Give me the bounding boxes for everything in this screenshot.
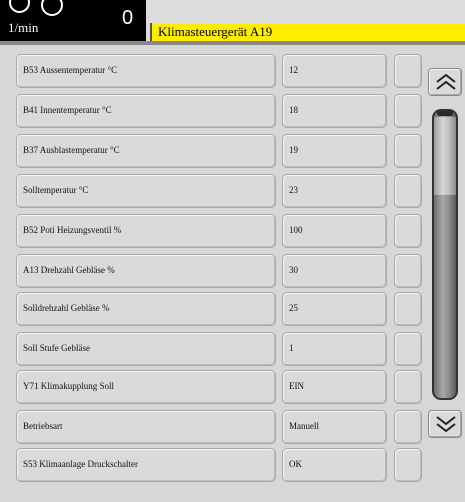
parameter-value-field: 30 [282,254,387,288]
scrollbar-cap [437,111,453,116]
parameter-value-field: 19 [282,134,387,168]
parameter-value-field: 18 [282,94,387,128]
parameter-label-button[interactable]: B53 Aussentemperatur °C [16,54,276,88]
indicator-ring-icon [9,0,30,13]
parameter-label-button[interactable]: B41 Innentemperatur °C [16,94,276,128]
parameter-value-field: 25 [282,292,387,326]
row-select-box[interactable] [394,370,422,404]
parameter-value-field: 12 [282,54,387,88]
rpm-unit: 1/min [8,20,39,35]
rpm-value: 0 [122,7,134,29]
parameter-label-button[interactable]: A13 Drehzahl Gebläse % [16,254,276,288]
row-select-box[interactable] [394,134,422,168]
row-select-box[interactable] [394,448,422,482]
parameter-label-button[interactable]: S53 Klimaanlage Druckschalter [16,448,276,482]
parameter-label: B52 Poti Heizungsventil % [23,225,122,235]
parameter-label: A13 Drehzahl Gebläse % [23,265,115,275]
parameter-value: 100 [289,225,303,235]
parameter-label: Y71 Klimakupplung Soll [23,381,115,391]
title-highlight: Klimasteuergerät A19 [150,23,465,42]
row-select-box[interactable] [394,174,422,208]
parameter-label: Solltemperatur °C [23,185,89,195]
row-select-box[interactable] [394,292,422,326]
scroll-down-button[interactable] [428,410,462,438]
row-select-box[interactable] [394,54,422,88]
parameter-label-button[interactable]: Solltemperatur °C [16,174,276,208]
parameter-value-field: 100 [282,214,387,248]
parameter-label: Betriebsart [23,421,63,431]
row-select-box[interactable] [394,214,422,248]
parameter-value-field: 1 [282,332,387,366]
parameter-value: Manuell [289,421,319,431]
parameter-label-button[interactable]: B37 Ausblastemperatur °C [16,134,276,168]
parameter-label-button[interactable]: Soll Stufe Gebläse [16,332,276,366]
parameter-value: 23 [289,185,298,195]
rpm-display: 1/min 0 [0,0,146,41]
indicator-ring-icon [41,0,63,16]
parameter-label: B37 Ausblastemperatur °C [23,145,120,155]
scroll-up-button[interactable] [428,68,462,96]
parameter-label-button[interactable]: Betriebsart [16,410,276,444]
parameter-label: S53 Klimaanlage Druckschalter [23,459,138,469]
scrollbar-track[interactable] [432,109,458,400]
row-select-box[interactable] [394,254,422,288]
parameter-value: 18 [289,105,298,115]
parameter-value-field: EIN [282,370,387,404]
parameter-value: 1 [289,343,294,353]
row-select-box[interactable] [394,410,422,444]
header-divider [0,41,465,45]
parameter-label-button[interactable]: B52 Poti Heizungsventil % [16,214,276,248]
double-chevron-down-icon [436,416,456,433]
parameter-value-field: Manuell [282,410,387,444]
parameter-value-field: 23 [282,174,387,208]
scrollbar-thumb[interactable] [434,117,456,195]
parameter-value: OK [289,459,302,469]
parameter-value: 25 [289,303,298,313]
parameter-label: Solldrehzahl Gebläse % [23,303,110,313]
parameter-value-field: OK [282,448,387,482]
page-title: Klimasteuergerät A19 [158,24,273,39]
parameter-value: EIN [289,381,304,391]
parameter-label-button[interactable]: Solldrehzahl Gebläse % [16,292,276,326]
parameter-value: 12 [289,65,298,75]
parameter-label: B41 Innentemperatur °C [23,105,112,115]
parameter-label-button[interactable]: Y71 Klimakupplung Soll [16,370,276,404]
title-bar: Klimasteuergerät A19 [146,0,465,42]
parameter-label: Soll Stufe Gebläse [23,343,90,353]
row-select-box[interactable] [394,332,422,366]
parameter-value: 19 [289,145,298,155]
double-chevron-up-icon [436,73,456,90]
row-select-box[interactable] [394,94,422,128]
parameter-value: 30 [289,265,298,275]
parameter-label: B53 Aussentemperatur °C [23,65,118,75]
